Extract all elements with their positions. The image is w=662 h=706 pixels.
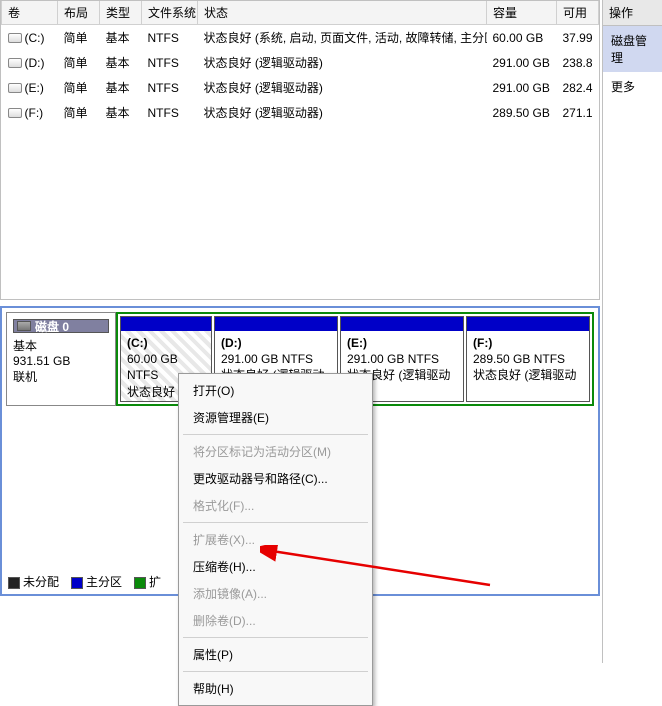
menu-format: 格式化(F)... xyxy=(179,492,372,519)
col-status[interactable]: 状态 xyxy=(198,1,487,25)
side-disk-mgmt[interactable]: 磁盘管理 xyxy=(603,26,662,72)
menu-properties[interactable]: 属性(P) xyxy=(179,641,372,668)
volume-icon xyxy=(8,83,22,93)
col-volume[interactable]: 卷 xyxy=(2,1,58,25)
context-menu: 打开(O) 资源管理器(E) 将分区标记为活动分区(M) 更改驱动器号和路径(C… xyxy=(178,373,373,706)
legend-primary: 主分区 xyxy=(86,575,122,589)
disk-state: 联机 xyxy=(13,370,37,384)
menu-mark-active: 将分区标记为活动分区(M) xyxy=(179,438,372,465)
volume-table[interactable]: 卷 布局 类型 文件系统 状态 容量 可用 (C:)简单基本NTFS状态良好 (… xyxy=(0,0,600,300)
col-type[interactable]: 类型 xyxy=(100,1,142,25)
part-f-status: 状态良好 (逻辑驱动 xyxy=(473,368,576,382)
volume-icon xyxy=(8,33,22,43)
table-row[interactable]: (C:)简单基本NTFS状态良好 (系统, 启动, 页面文件, 活动, 故障转储… xyxy=(2,25,599,51)
col-layout[interactable]: 布局 xyxy=(58,1,100,25)
side-more[interactable]: 更多 xyxy=(603,72,662,101)
menu-extend: 扩展卷(X)... xyxy=(179,526,372,553)
side-header: 操作 xyxy=(603,0,662,26)
disk-icon xyxy=(17,321,31,331)
part-f-letter: (F:) xyxy=(473,336,492,350)
volume-icon xyxy=(8,58,22,68)
disk-size: 931.51 GB xyxy=(13,354,70,368)
part-e-size: 291.00 GB NTFS xyxy=(347,352,439,366)
menu-explorer[interactable]: 资源管理器(E) xyxy=(179,404,372,431)
disk-title: 磁盘 0 xyxy=(35,318,69,335)
menu-change-letter[interactable]: 更改驱动器号和路径(C)... xyxy=(179,465,372,492)
volume-icon xyxy=(8,108,22,118)
side-panel: 操作 磁盘管理 更多 xyxy=(602,0,662,663)
menu-add-mirror: 添加镜像(A)... xyxy=(179,580,372,607)
disk-kind: 基本 xyxy=(13,339,37,353)
table-row[interactable]: (F:)简单基本NTFS状态良好 (逻辑驱动器)289.50 GB271.1 xyxy=(2,100,599,125)
part-c-size: 60.00 GB NTFS xyxy=(127,352,178,382)
col-free[interactable]: 可用 xyxy=(557,1,599,25)
part-d-size: 291.00 GB NTFS xyxy=(221,352,313,366)
column-header-row[interactable]: 卷 布局 类型 文件系统 状态 容量 可用 xyxy=(2,1,599,25)
legend-extended: 扩 xyxy=(149,575,161,589)
partition-f[interactable]: (F:) 289.50 GB NTFS 状态良好 (逻辑驱动 xyxy=(466,316,590,402)
menu-open[interactable]: 打开(O) xyxy=(179,377,372,404)
menu-shrink[interactable]: 压缩卷(H)... xyxy=(179,553,372,580)
menu-help[interactable]: 帮助(H) xyxy=(179,675,372,702)
part-d-letter: (D:) xyxy=(221,336,242,350)
legend: 未分配 主分区 扩 xyxy=(8,573,161,590)
col-capacity[interactable]: 容量 xyxy=(487,1,557,25)
legend-unallocated: 未分配 xyxy=(23,575,59,589)
part-f-size: 289.50 GB NTFS xyxy=(473,352,565,366)
disk-0-label[interactable]: 磁盘 0 基本 931.51 GB 联机 xyxy=(6,312,116,406)
volume-list: 卷 布局 类型 文件系统 状态 容量 可用 (C:)简单基本NTFS状态良好 (… xyxy=(1,1,599,125)
menu-delete: 删除卷(D)... xyxy=(179,607,372,634)
part-c-letter: (C:) xyxy=(127,336,148,350)
part-e-letter: (E:) xyxy=(347,336,367,350)
col-fs[interactable]: 文件系统 xyxy=(142,1,198,25)
table-row[interactable]: (E:)简单基本NTFS状态良好 (逻辑驱动器)291.00 GB282.4 xyxy=(2,75,599,100)
table-row[interactable]: (D:)简单基本NTFS状态良好 (逻辑驱动器)291.00 GB238.8 xyxy=(2,50,599,75)
